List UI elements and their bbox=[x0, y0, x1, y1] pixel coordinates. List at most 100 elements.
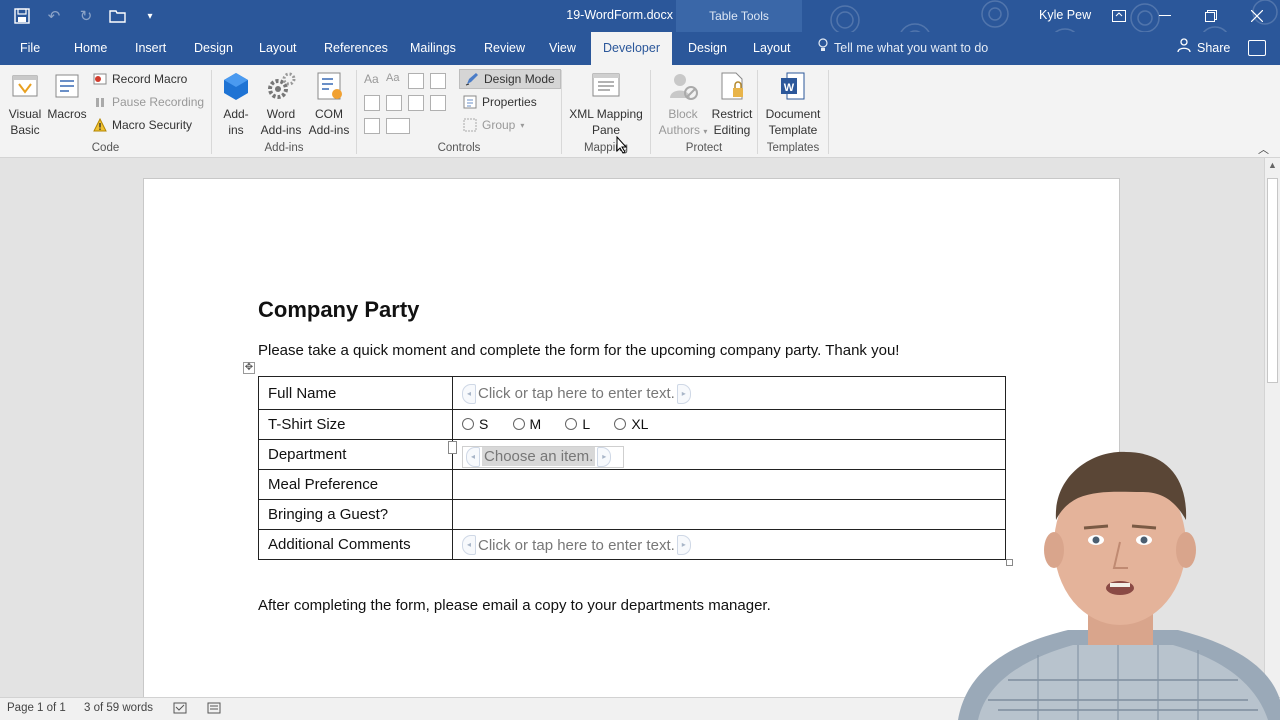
proofing-icon[interactable] bbox=[173, 701, 187, 718]
macros-button[interactable]: Macros bbox=[47, 70, 87, 122]
tab-insert[interactable]: Insert bbox=[135, 32, 166, 65]
building-block-control-icon[interactable] bbox=[430, 73, 446, 89]
tab-review[interactable]: Review bbox=[484, 32, 525, 65]
radio-option-l[interactable]: L bbox=[565, 416, 590, 432]
xml-mapping-pane-button[interactable]: XML Mapping Pane bbox=[566, 70, 646, 138]
redo-icon[interactable]: ↻ bbox=[76, 6, 96, 26]
macro-recording-icon[interactable] bbox=[207, 701, 221, 718]
tell-me-box[interactable]: Tell me what you want to do bbox=[818, 32, 988, 65]
legacy-tools-icon[interactable] bbox=[386, 118, 410, 134]
record-macro-button[interactable]: Record Macro bbox=[93, 69, 187, 89]
pause-recording-button[interactable]: Pause Recording bbox=[93, 92, 204, 112]
content-control-tag: ▸ bbox=[676, 535, 691, 555]
undo-icon[interactable]: ↶ bbox=[44, 6, 64, 26]
radio-option-xl[interactable]: XL bbox=[614, 416, 648, 432]
chevron-down-icon: ▾ bbox=[703, 127, 708, 136]
picture-control-icon[interactable] bbox=[408, 73, 424, 89]
department-field[interactable]: ◂ Choose an item. ▸ bbox=[452, 439, 1006, 470]
comments-icon[interactable] bbox=[1248, 40, 1266, 56]
minimize-button[interactable] bbox=[1142, 0, 1188, 32]
plain-text-control-icon[interactable]: Aa bbox=[386, 72, 402, 88]
save-icon[interactable] bbox=[12, 6, 32, 26]
combo-box-control-icon[interactable] bbox=[386, 95, 402, 111]
date-picker-control-icon[interactable] bbox=[430, 95, 446, 111]
macros-icon bbox=[51, 70, 83, 102]
collapse-ribbon-icon[interactable]: ︿ bbox=[1258, 141, 1269, 157]
share-button[interactable]: Share bbox=[1177, 32, 1230, 65]
radio-option-m[interactable]: M bbox=[512, 416, 541, 432]
ribbon-tabs: File Home Insert Design Layout Reference… bbox=[0, 32, 1280, 65]
table-move-handle-icon[interactable]: ✥ bbox=[243, 362, 255, 374]
content-control-tag: ▸ bbox=[676, 383, 691, 404]
page-count[interactable]: Page 1 of 1 bbox=[7, 702, 66, 714]
field-label: Bringing a Guest? bbox=[258, 499, 453, 530]
checkbox-control-icon[interactable] bbox=[364, 95, 380, 111]
webcam-overlay bbox=[948, 440, 1280, 720]
word-count[interactable]: 3 of 59 words bbox=[84, 702, 153, 714]
scrollbar-thumb[interactable] bbox=[1267, 178, 1278, 383]
tab-view[interactable]: View bbox=[549, 32, 576, 65]
scroll-up-icon[interactable]: ▲ bbox=[1267, 160, 1278, 174]
tab-table-layout[interactable]: Layout bbox=[753, 32, 791, 65]
content-control-tag: ▸ bbox=[597, 446, 612, 467]
tab-layout[interactable]: Layout bbox=[259, 32, 297, 65]
restore-button[interactable] bbox=[1188, 0, 1234, 32]
group-icon bbox=[463, 118, 477, 132]
user-name[interactable]: Kyle Pew bbox=[1039, 8, 1091, 22]
content-control-tag: ◂ bbox=[466, 446, 481, 467]
bringing-guest-field[interactable] bbox=[452, 499, 1006, 530]
design-mode-button[interactable]: Design Mode bbox=[459, 69, 561, 89]
block-authors-button[interactable]: Block Authors ▾ bbox=[656, 70, 710, 140]
properties-button[interactable]: Properties bbox=[463, 92, 537, 112]
full-name-field[interactable]: ◂ Click or tap here to enter text. ▸ bbox=[452, 376, 1006, 410]
com-addins-button[interactable]: COM Add-ins bbox=[306, 70, 352, 138]
dropdown-content-control[interactable]: ◂ Choose an item. ▸ bbox=[462, 445, 625, 468]
radio-option-s[interactable]: S bbox=[462, 416, 488, 432]
tell-me-text: Tell me what you want to do bbox=[834, 41, 989, 55]
ribbon-display-options-button[interactable] bbox=[1096, 0, 1142, 32]
radio-circle-icon bbox=[462, 417, 474, 430]
group-label-controls: Controls bbox=[437, 142, 481, 154]
com-addins-icon bbox=[313, 70, 345, 102]
group-label-mapping: Mapping bbox=[583, 142, 629, 154]
text-content-control[interactable]: ◂ Click or tap here to enter text. ▸ bbox=[462, 383, 691, 404]
table-tools-label: Table Tools bbox=[676, 0, 802, 32]
addins-icon bbox=[220, 70, 252, 102]
tab-mailings[interactable]: Mailings bbox=[410, 32, 456, 65]
form-table: Full Name ◂ Click or tap here to enter t… bbox=[258, 376, 1006, 560]
control-grip-handle[interactable] bbox=[448, 441, 457, 454]
tab-file[interactable]: File bbox=[20, 32, 40, 65]
tab-design[interactable]: Design bbox=[194, 32, 233, 65]
field-label: Meal Preference bbox=[258, 469, 453, 500]
rich-text-control-icon[interactable]: Aa bbox=[364, 72, 380, 88]
customize-icon[interactable]: ▾ bbox=[140, 6, 160, 26]
repeating-section-control-icon[interactable] bbox=[364, 118, 380, 134]
dropdown-control-icon[interactable] bbox=[408, 95, 424, 111]
close-button[interactable] bbox=[1234, 0, 1280, 32]
meal-preference-field[interactable] bbox=[452, 469, 1006, 500]
macro-security-button[interactable]: Macro Security bbox=[93, 115, 192, 135]
tab-table-design[interactable]: Design bbox=[688, 32, 727, 65]
word-template-icon: W bbox=[777, 70, 809, 102]
open-icon[interactable] bbox=[108, 6, 128, 26]
additional-comments-field[interactable]: ◂ Click or tap here to enter text. ▸ bbox=[452, 529, 1006, 560]
text-content-control[interactable]: ◂ Click or tap here to enter text. ▸ bbox=[462, 535, 691, 555]
addins-button[interactable]: Add- ins bbox=[218, 70, 254, 138]
visual-basic-button[interactable]: Visual Basic bbox=[6, 70, 44, 138]
group-label-addins: Add-ins bbox=[264, 142, 304, 154]
table-row: Meal Preference bbox=[258, 469, 1006, 500]
tab-references[interactable]: References bbox=[324, 32, 388, 65]
table-row: Full Name ◂ Click or tap here to enter t… bbox=[258, 376, 1006, 410]
field-label: Full Name bbox=[258, 376, 453, 410]
document-template-button[interactable]: W Document Template bbox=[763, 70, 823, 138]
title-bar: ↶ ↻ ▾ 19-WordForm.docx - Word Table Tool… bbox=[0, 0, 1280, 60]
tab-developer[interactable]: Developer bbox=[591, 32, 672, 65]
design-mode-icon bbox=[465, 72, 479, 86]
restrict-editing-button[interactable]: Restrict Editing bbox=[709, 70, 755, 138]
lightbulb-icon bbox=[818, 32, 828, 65]
content-control-tag: ◂ bbox=[462, 383, 477, 404]
tab-home[interactable]: Home bbox=[74, 32, 107, 65]
group-button[interactable]: Group ▾ bbox=[463, 115, 524, 135]
radio-circle-icon bbox=[614, 417, 627, 430]
word-addins-button[interactable]: Word Add-ins bbox=[258, 70, 304, 138]
